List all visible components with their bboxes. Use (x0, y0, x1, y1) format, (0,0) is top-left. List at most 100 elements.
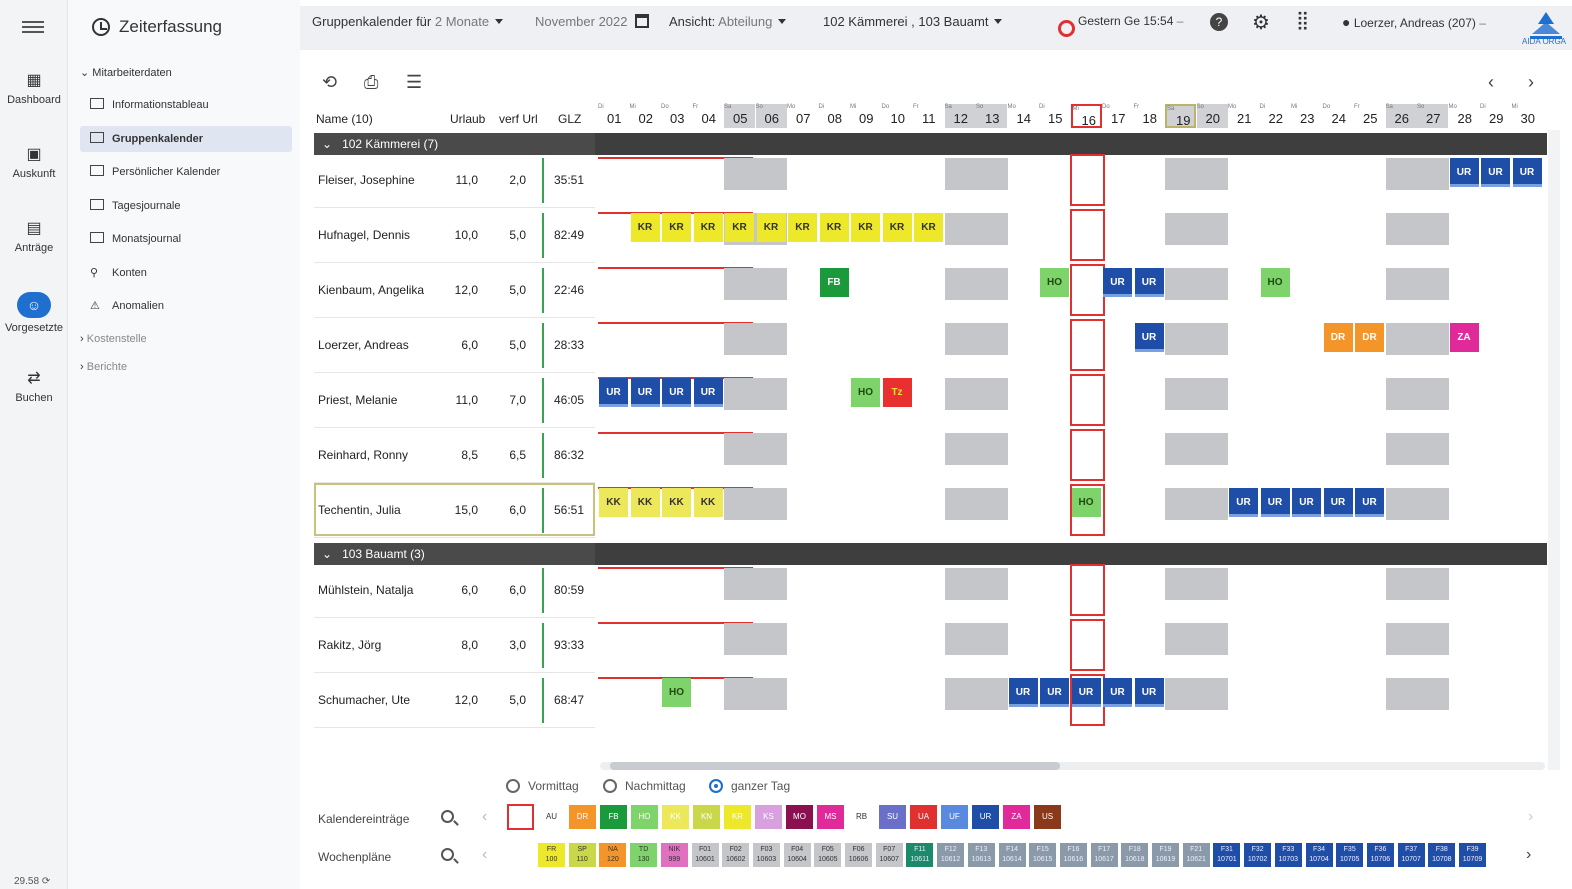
legend-prev-icon[interactable]: ‹ (482, 808, 487, 826)
period-select[interactable]: Gruppenkalender für 2 Monate (312, 14, 504, 29)
wochenplan-chip[interactable]: NA 120 (599, 843, 627, 867)
rail-antraege[interactable]: ▤ Anträge (0, 220, 68, 254)
rail-buchen[interactable]: ⇄ Buchen (0, 370, 68, 404)
wochenplan-chip[interactable]: NIK 999 (660, 843, 688, 867)
employee-row[interactable]: Fleiser, Josephine 11,0 2,0 35:51 (314, 153, 1547, 208)
employee-row[interactable]: Kienbaum, Angelika 12,0 5,0 22:46 (314, 263, 1547, 318)
calendar-entry[interactable]: UR (599, 378, 628, 407)
employee-row[interactable]: Schumacher, Ute 12,0 5,0 68:47 (314, 673, 1547, 728)
calendar-entry[interactable]: UR (1512, 158, 1542, 187)
today-cell[interactable] (1069, 319, 1105, 371)
group-row[interactable]: ⌄ 103 Bauamt (3) (314, 543, 1547, 565)
legend-chip[interactable]: UF (941, 805, 968, 829)
wochenplan-chip[interactable]: F02 10602 (722, 843, 750, 867)
rail-vorgesetzte[interactable]: ☺ Vorgesetzte (0, 292, 68, 334)
radio-nachmittag[interactable]: Nachmittag (603, 779, 686, 793)
calendar-entry[interactable]: KR (788, 213, 817, 242)
calendar-entry[interactable]: UR (1229, 488, 1258, 517)
legend-chip[interactable]: SU (879, 805, 906, 829)
wochenplan-chip[interactable]: F17 10617 (1090, 843, 1118, 867)
hamburger-menu-icon[interactable] (22, 18, 44, 34)
nav-monatsjournal[interactable]: Monatsjournal (90, 226, 181, 252)
wochenplan-chip[interactable]: F35 10705 (1336, 843, 1364, 867)
calendar-entry[interactable]: UR (693, 378, 723, 407)
legend-chip[interactable]: FB (600, 805, 627, 829)
horizontal-scrollbar[interactable] (600, 762, 1545, 770)
calendar-entry[interactable]: KR (882, 213, 912, 242)
today-cell[interactable] (1069, 619, 1105, 671)
calendar-entry[interactable]: KR (914, 213, 943, 242)
calendar-entry[interactable]: KR (725, 213, 754, 242)
employee-name[interactable]: Loerzer, Andreas (318, 318, 448, 373)
calendar-entry[interactable]: DR (1355, 323, 1384, 352)
employee-row[interactable]: Priest, Melanie 11,0 7,0 46:05 (314, 373, 1547, 428)
calendar-entry[interactable]: UR (1323, 488, 1353, 517)
wochenplan-chip[interactable]: F37 10707 (1397, 843, 1425, 867)
apps-grid-icon[interactable]: ⣿ (1296, 10, 1309, 31)
radio-vormittag[interactable]: Vormittag (506, 779, 579, 793)
legend-next-icon[interactable]: › (1528, 808, 1533, 826)
calendar-entry[interactable]: UR (1103, 678, 1132, 707)
nav-konten[interactable]: ⚲ Konten (90, 260, 147, 286)
wochenplan-chip[interactable]: F39 10709 (1459, 843, 1486, 867)
nav-anomalien[interactable]: ⚠ Anomalien (90, 293, 164, 319)
calendar-entry[interactable]: FB (819, 268, 849, 297)
today-cell[interactable] (1069, 374, 1105, 426)
wochenplan-chip[interactable]: FR 100 (538, 843, 565, 867)
legend-chip[interactable]: DR (569, 805, 596, 829)
wochenplan-chip[interactable]: F18 10618 (1121, 843, 1149, 867)
calendar-entry[interactable]: HO (1040, 268, 1069, 297)
search-icon[interactable] (441, 848, 454, 861)
calendar-entry[interactable]: KK (630, 488, 660, 517)
calendar-entry[interactable]: KR (851, 213, 880, 242)
calendar-entry[interactable]: KK (693, 488, 723, 517)
legend-chip[interactable]: ZA (1003, 805, 1030, 829)
calendar-entry[interactable]: UR (630, 378, 660, 407)
wochenplan-chip[interactable]: F31 10701 (1213, 843, 1241, 867)
header-name[interactable]: Name (10) (316, 112, 373, 126)
rail-dashboard[interactable]: ▦ Dashboard (0, 72, 68, 106)
calendar-entry[interactable]: UR (1134, 268, 1164, 297)
calendar-entry[interactable]: Tz (882, 378, 912, 407)
wochenplan-chip[interactable]: F19 10619 (1152, 843, 1179, 867)
calendar-entry[interactable]: ZA (1449, 323, 1479, 352)
wochen-prev-icon[interactable]: ‹ (482, 846, 487, 864)
wochenplan-chip[interactable]: SP 110 (568, 843, 596, 867)
wochenplan-chip[interactable]: F21 10621 (1182, 843, 1210, 867)
rail-auskunft[interactable]: ▣ Auskunft (0, 146, 68, 180)
calendar-entry[interactable]: UR (1292, 488, 1321, 517)
today-cell[interactable] (1069, 564, 1105, 616)
calendar-entry[interactable]: HO (1260, 268, 1290, 297)
employee-name[interactable]: Priest, Melanie (318, 373, 448, 428)
help-icon[interactable]: ? (1210, 13, 1228, 31)
calendar-entry[interactable]: KR (693, 213, 723, 242)
group-row[interactable]: ⌄ 102 Kämmerei (7) (314, 133, 1547, 155)
today-cell[interactable] (1069, 429, 1105, 481)
calendar-entry[interactable]: UR (1071, 678, 1101, 707)
legend-chip[interactable]: MS (817, 805, 844, 829)
wochenplan-chip[interactable]: F01 10601 (691, 843, 719, 867)
nav-group-kostenstelle[interactable]: › Kostenstelle (80, 333, 147, 345)
wochenplan-chip[interactable]: F04 10604 (783, 843, 811, 867)
nav-group-mitarbeiterdaten[interactable]: ⌄ Mitarbeiterdaten (80, 66, 172, 79)
nav-tagesjournale[interactable]: Tagesjournale (90, 193, 181, 219)
vertical-scrollbar[interactable] (1548, 130, 1560, 770)
calendar-entry[interactable]: KR (819, 213, 849, 242)
header-urlaub[interactable]: Urlaub (450, 112, 485, 126)
calendar-entry[interactable]: KK (662, 488, 691, 517)
legend-chip[interactable]: UR (972, 805, 999, 829)
search-icon[interactable] (441, 810, 454, 823)
view-select[interactable]: Ansicht: Abteilung (669, 14, 787, 29)
today-cell[interactable] (1069, 264, 1105, 316)
employee-row[interactable]: Rakitz, Jörg 8,0 3,0 93:33 (314, 618, 1547, 673)
wochenplan-chip[interactable]: F03 10603 (752, 843, 780, 867)
wochenplan-chip[interactable]: F06 10606 (845, 843, 872, 867)
legend-chip[interactable]: KN (693, 805, 720, 829)
calendar-entry[interactable]: UR (1481, 158, 1510, 187)
calendar-entry[interactable]: UR (1134, 678, 1164, 707)
legend-chip[interactable]: KS (755, 805, 782, 829)
employee-name[interactable]: Schumacher, Ute (318, 673, 448, 728)
calendar-entry[interactable]: UR (1103, 268, 1132, 297)
group-label[interactable]: ⌄ 102 Kämmerei (7) (314, 133, 595, 155)
employee-row[interactable]: Reinhard, Ronny 8,5 6,5 86:32 (314, 428, 1547, 483)
